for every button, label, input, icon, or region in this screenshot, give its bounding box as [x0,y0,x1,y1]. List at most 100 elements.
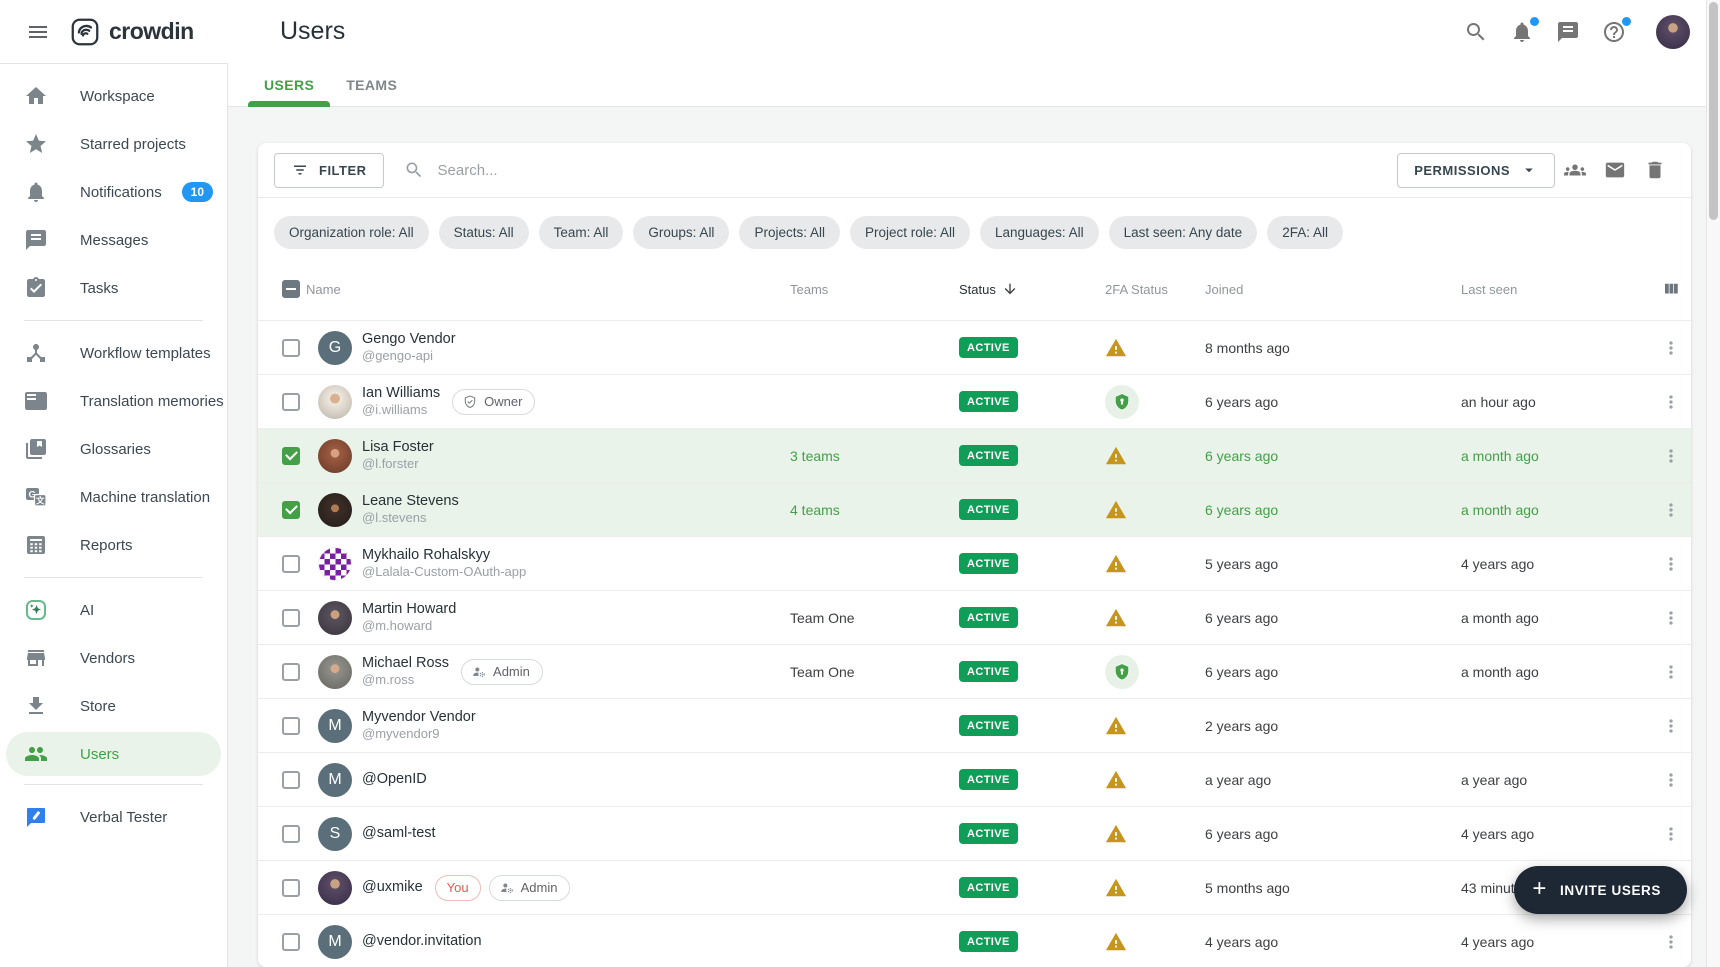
table-row[interactable]: Martin Howard @m.howard Team One ACTIVE … [258,590,1691,644]
table-row[interactable]: Lisa Foster @l.forster 3 teams ACTIVE 6 … [258,428,1691,482]
search-input[interactable] [438,162,1398,179]
sidebar-item-tasks[interactable]: Tasks [0,264,227,312]
sidebar-item-vendors[interactable]: Vendors [0,634,227,682]
filter-chip[interactable]: Organization role: All [274,216,429,249]
table-row[interactable]: @uxmike YouAdmin ACTIVE 5 months ago 43 … [258,860,1691,914]
ai-icon [24,598,48,622]
sidebar-item-starred-projects[interactable]: Starred projects [0,120,227,168]
filter-chip[interactable]: Last seen: Any date [1109,216,1258,249]
row-checkbox[interactable] [282,879,300,897]
row-checkbox[interactable] [282,771,300,789]
sidebar-item-users[interactable]: Users [6,732,221,776]
notifications-button[interactable] [1506,16,1538,48]
twofa-cell [1105,553,1205,575]
row-checkbox[interactable] [282,447,300,465]
filter-chip[interactable]: Team: All [539,216,624,249]
table-row[interactable]: Michael Ross @m.ross Admin Team One ACTI… [258,644,1691,698]
shield-check-icon [462,394,478,410]
columns-settings-button[interactable] [1658,276,1684,302]
table-row[interactable]: M @OpenID ACTIVE a year ago a year ago [258,752,1691,806]
sidebar-item-messages[interactable]: Messages [0,216,227,264]
users-icon [24,742,48,766]
help-button[interactable] [1598,16,1630,48]
row-menu-button[interactable] [1655,602,1687,634]
select-all-checkbox[interactable] [282,280,300,298]
tab-users[interactable]: USERS [248,63,330,106]
permissions-dropdown[interactable]: PERMISSIONS [1397,153,1555,188]
column-header-status[interactable]: Status [959,281,1105,297]
messages-button[interactable] [1552,16,1584,48]
filter-chip[interactable]: Project role: All [850,216,970,249]
table-row[interactable]: S @saml-test ACTIVE 6 years ago 4 years … [258,806,1691,860]
lastseen-cell: 4 years ago [1461,826,1651,842]
table-row[interactable]: M Myvendor Vendor @myvendor9 ACTIVE 2 ye… [258,698,1691,752]
filter-chip[interactable]: Status: All [439,216,529,249]
twofa-warning-icon [1105,931,1127,953]
sidebar-item-reports[interactable]: Reports [0,521,227,569]
row-menu-button[interactable] [1655,386,1687,418]
joined-cell: 6 years ago [1205,664,1461,680]
row-checkbox[interactable] [282,717,300,735]
row-menu-button[interactable] [1655,818,1687,850]
delete-button[interactable] [1635,152,1675,188]
table-row[interactable]: Leane Stevens @l.stevens 4 teams ACTIVE … [258,482,1691,536]
scrollbar-thumb[interactable] [1709,2,1718,220]
page-scrollbar[interactable] [1706,0,1720,967]
invite-users-button[interactable]: + INVITE USERS [1514,866,1687,914]
row-checkbox[interactable] [282,501,300,519]
row-menu-button[interactable] [1655,710,1687,742]
table-row[interactable]: Mykhailo Rohalskyy @Lalala-Custom-OAuth-… [258,536,1691,590]
twofa-cell [1105,499,1205,521]
row-checkbox[interactable] [282,825,300,843]
column-header-teams[interactable]: Teams [790,282,959,297]
hamburger-menu-button[interactable] [22,16,54,48]
row-menu-button[interactable] [1655,332,1687,364]
row-checkbox[interactable] [282,609,300,627]
machine-translation-icon: G文 [24,485,48,509]
table-row[interactable]: Ian Williams @i.williams Owner ACTIVE 6 … [258,374,1691,428]
header-search-button[interactable] [1460,16,1492,48]
row-menu-button[interactable] [1655,548,1687,580]
row-menu-button[interactable] [1655,656,1687,688]
sidebar-item-glossaries[interactable]: Glossaries [0,425,227,473]
sidebar-item-workspace[interactable]: Workspace [0,72,227,120]
row-checkbox[interactable] [282,663,300,681]
sidebar-item-translation-memories[interactable]: Translation memories [0,377,227,425]
filter-button[interactable]: FILTER [274,153,384,188]
send-email-button[interactable] [1595,152,1635,188]
filter-chip[interactable]: Languages: All [980,216,1099,249]
manage-teams-button[interactable] [1555,152,1595,188]
sidebar-item-notifications[interactable]: Notifications 10 [0,168,227,216]
twofa-warning-icon [1105,607,1127,629]
table-row[interactable]: M @vendor.invitation ACTIVE 4 years ago … [258,914,1691,967]
filter-chip[interactable]: Projects: All [739,216,840,249]
row-menu-button[interactable] [1655,440,1687,472]
row-menu-button[interactable] [1655,494,1687,526]
filter-chip[interactable]: Groups: All [633,216,729,249]
user-name: Leane Stevens [362,492,459,510]
row-checkbox[interactable] [282,339,300,357]
column-header-joined[interactable]: Joined [1205,282,1461,297]
sidebar-item-ai[interactable]: AI [0,586,227,634]
tab-teams[interactable]: TEAMS [330,63,413,106]
column-header-2fa[interactable]: 2FA Status [1105,282,1205,297]
column-header-name[interactable]: Name [306,282,790,297]
sidebar-item-verbal-tester[interactable]: Verbal Tester [0,793,227,841]
filter-chip[interactable]: 2FA: All [1267,216,1343,249]
user-name: @vendor.invitation [362,932,482,950]
sidebar-item-machine-translation[interactable]: G文 Machine translation [0,473,227,521]
status-badge: ACTIVE [959,661,1018,682]
sidebar-item-workflow-templates[interactable]: Workflow templates [0,329,227,377]
row-checkbox[interactable] [282,933,300,951]
row-menu-button[interactable] [1655,926,1687,958]
user-avatar[interactable] [1656,15,1690,49]
sidebar-item-store[interactable]: Store [0,682,227,730]
status-badge: ACTIVE [959,391,1018,412]
row-menu-button[interactable] [1655,764,1687,796]
table-row[interactable]: G Gengo Vendor @gengo-api ACTIVE 8 month… [258,320,1691,374]
row-checkbox[interactable] [282,555,300,573]
row-checkbox[interactable] [282,393,300,411]
column-header-lastseen[interactable]: Last seen [1461,282,1651,297]
joined-cell: 5 months ago [1205,880,1461,896]
crowdin-logo[interactable]: crowdin [70,17,194,47]
